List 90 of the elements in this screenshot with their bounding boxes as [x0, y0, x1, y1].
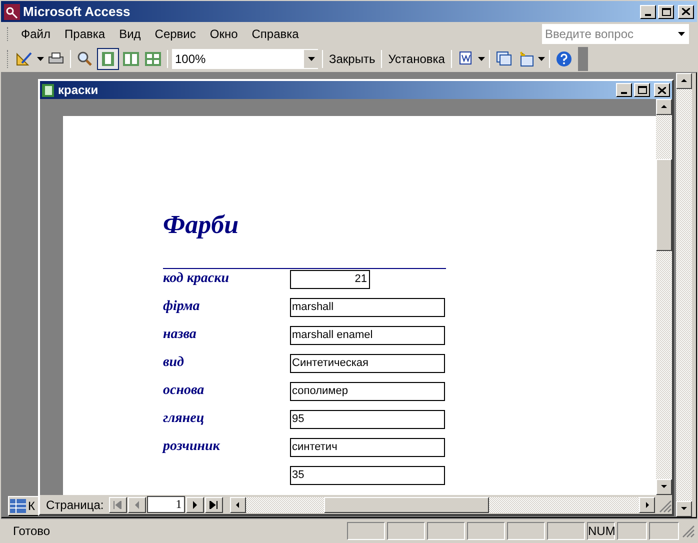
menu-item[interactable]: Правка: [58, 25, 112, 43]
dropdown-icon[interactable]: [478, 57, 485, 61]
field-label: розчиник: [163, 438, 221, 456]
dropdown-icon: [308, 57, 314, 61]
dropdown-icon[interactable]: [538, 57, 545, 61]
field-value: 35: [290, 466, 445, 485]
multiple-pages-icon[interactable]: [143, 49, 163, 69]
toolbar-button[interactable]: Установка: [386, 50, 447, 68]
menu-item[interactable]: Вид: [112, 25, 148, 43]
toolbar-button[interactable]: Закрыть: [327, 50, 378, 68]
last-page-button[interactable]: [204, 496, 223, 512]
report-window-title: краски: [58, 82, 100, 99]
scroll-down-button[interactable]: [676, 501, 692, 517]
scroll-left-button[interactable]: [230, 496, 246, 512]
last-page-icon: [209, 500, 218, 508]
resize-grip-icon[interactable]: [681, 524, 695, 538]
field-value: 95: [290, 410, 445, 429]
vertical-scrollbar[interactable]: [656, 99, 672, 495]
one-page-button[interactable]: [97, 48, 119, 70]
maximize-icon: [662, 8, 670, 16]
field-value: Синтетическая: [290, 354, 445, 373]
close-button[interactable]: [654, 83, 670, 97]
maximize-button[interactable]: [634, 83, 650, 97]
arrow-icon: [680, 77, 688, 85]
window-title: Microsoft Access: [23, 2, 132, 21]
minimized-window-title: К: [28, 498, 35, 515]
scrollbar-thumb[interactable]: [656, 159, 672, 251]
status-indicator: NUM: [587, 522, 615, 540]
outer-vertical-scrollbar[interactable]: [676, 73, 692, 517]
table-icon: [10, 499, 26, 513]
arrow-icon: [680, 505, 688, 513]
maximize-button[interactable]: [658, 4, 674, 18]
first-page-button[interactable]: [108, 496, 127, 512]
arrow-icon: [643, 500, 651, 508]
scroll-up-button[interactable]: [676, 73, 692, 89]
minimize-button[interactable]: [616, 83, 632, 97]
minimize-button[interactable]: [640, 4, 656, 18]
zoom-dropdown[interactable]: 100%: [172, 49, 318, 69]
report-title: Фарби: [163, 212, 240, 241]
page-icon: [101, 51, 115, 67]
previous-icon: [134, 500, 140, 508]
help-icon[interactable]: [554, 49, 574, 69]
menu-item[interactable]: Окно: [202, 25, 245, 43]
status-panel: [427, 522, 465, 540]
first-page-icon: [113, 500, 122, 508]
minimize-icon: [645, 14, 651, 16]
scroll-down-button[interactable]: [656, 479, 672, 495]
dropdown-icon[interactable]: [678, 32, 685, 36]
field-label: код краски: [163, 270, 230, 288]
menu-item[interactable]: Сервис: [148, 25, 203, 43]
maximize-icon: [638, 86, 646, 94]
status-panel: [547, 522, 585, 540]
status-panel: [617, 522, 647, 540]
field-value: marshall: [290, 298, 445, 317]
field-value: 21: [290, 270, 370, 289]
menu-item[interactable]: Файл: [14, 25, 58, 43]
field-label: глянец: [163, 410, 206, 428]
field-label: фірма: [163, 298, 201, 316]
field-value: marshall enamel: [290, 326, 445, 345]
status-panel: [387, 522, 425, 540]
status-panel: [467, 522, 505, 540]
field-label: вид: [163, 354, 185, 372]
status-panel: [347, 522, 385, 540]
close-button[interactable]: [678, 4, 694, 18]
close-icon: [682, 8, 690, 15]
field-value: синтетич: [290, 438, 445, 457]
scrollbar-thumb[interactable]: [324, 496, 489, 512]
arrow-icon: [660, 483, 668, 491]
field-label: основа: [163, 382, 206, 400]
next-icon: [192, 500, 198, 508]
minimize-icon: [621, 92, 627, 94]
report-icon: [42, 84, 54, 96]
close-icon: [658, 86, 666, 94]
arrow-icon: [234, 500, 242, 508]
page-number-field[interactable]: 1: [146, 496, 185, 513]
horizontal-scrollbar[interactable]: [230, 496, 655, 512]
dropdown-icon[interactable]: [37, 57, 44, 61]
menu-item[interactable]: Справка: [244, 25, 306, 43]
toolbar-options-handle[interactable]: [578, 47, 588, 71]
field-value: сополимер: [290, 382, 445, 401]
status-text: Готово: [12, 522, 52, 540]
field-label: назва: [163, 326, 198, 344]
status-panel: [649, 522, 679, 540]
scroll-right-button[interactable]: [639, 496, 655, 512]
previous-page-button[interactable]: [128, 496, 146, 512]
status-panel: [507, 522, 545, 540]
scroll-up-button[interactable]: [656, 99, 672, 115]
arrow-icon: [660, 103, 668, 111]
page-label: Страница:: [46, 496, 104, 514]
next-page-button[interactable]: [186, 496, 204, 512]
